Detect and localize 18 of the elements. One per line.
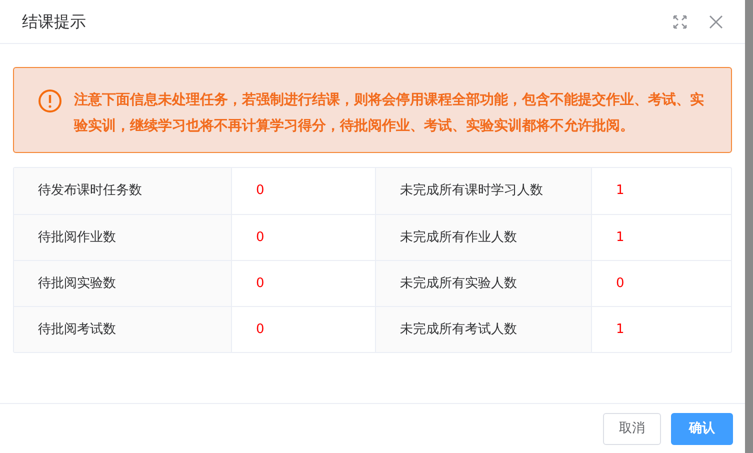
row-label: 待批阅作业数: [14, 215, 231, 260]
row-value: 1: [591, 215, 731, 260]
warning-message: 注意下面信息未处理任务，若强制进行结课，则将会停用课程全部功能，包含不能提交作业、考试、实验实训，继续学习也将不再计算学习得分，待批阅作业、考试、实验实训都将不允许批阅。: [74, 90, 705, 136]
dialog-title: 结课提示: [22, 10, 87, 32]
row-label: 待发布课时任务数: [14, 168, 231, 214]
row-value: 0: [591, 261, 731, 306]
fullscreen-icon[interactable]: [673, 14, 687, 28]
close-icon[interactable]: [709, 14, 723, 28]
warning-icon: [38, 89, 62, 113]
row-value: 1: [591, 168, 731, 214]
row-label: 未完成所有作业人数: [375, 215, 591, 260]
row-label: 待批阅实验数: [14, 261, 231, 306]
row-label: 待批阅考试数: [14, 307, 231, 352]
row-label: 未完成所有课时学习人数: [375, 168, 591, 214]
cancel-button[interactable]: 取消: [603, 412, 661, 444]
row-label: 未完成所有实验人数: [375, 261, 591, 306]
row-label: 未完成所有考试人数: [375, 307, 591, 352]
row-value: 1: [591, 307, 731, 352]
